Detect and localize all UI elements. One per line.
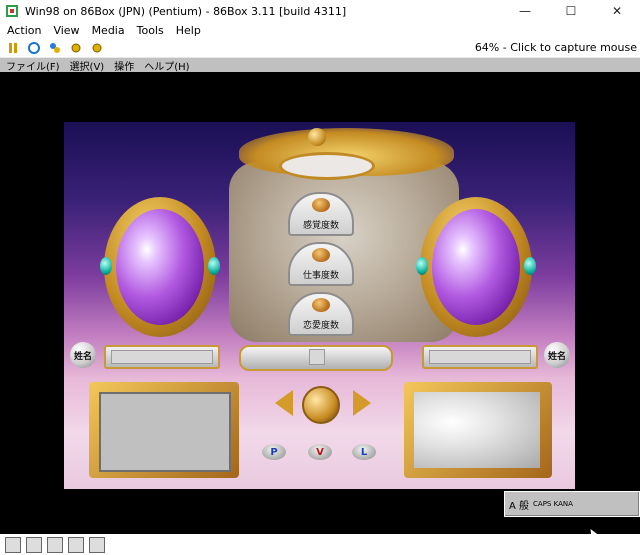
guest-menu-select[interactable]: 選択(V) xyxy=(70,58,105,73)
menu-view[interactable]: View xyxy=(53,24,79,37)
left-mirror xyxy=(100,197,220,337)
settings-gear-icon[interactable] xyxy=(89,40,105,56)
dome-work-label: 仕事度数 xyxy=(302,271,339,281)
guest-menu-bar: ファイル(F) 選択(V) 操作 ヘルプ(H) xyxy=(0,57,640,73)
right-display-box xyxy=(404,382,552,478)
close-button[interactable]: ✕ xyxy=(594,0,640,22)
right-mirror xyxy=(416,197,536,337)
settings-icon[interactable] xyxy=(68,40,84,56)
menu-bar: Action View Media Tools Help xyxy=(0,22,640,38)
reset-icon[interactable] xyxy=(26,40,42,56)
dome-sense-label: 感覚度数 xyxy=(302,221,339,231)
top-crest-oval xyxy=(279,152,375,180)
left-mirror-glass xyxy=(116,209,204,325)
ctrl-alt-del-icon[interactable] xyxy=(47,40,63,56)
cdrom-icon[interactable] xyxy=(26,536,42,553)
maximize-button[interactable]: ☐ xyxy=(548,0,594,22)
left-arrow-button[interactable] xyxy=(275,390,293,416)
right-arrow-button[interactable] xyxy=(353,390,371,416)
menu-action[interactable]: Action xyxy=(7,24,41,37)
v-button[interactable]: V xyxy=(308,444,332,460)
guest-menu-operate[interactable]: 操作 xyxy=(114,58,134,73)
floppy-icon[interactable] xyxy=(5,536,21,553)
game-canvas[interactable]: 感覚度数 仕事度数 恋愛度数 姓名 姓名 P V L xyxy=(64,122,575,489)
center-orb-button[interactable] xyxy=(302,386,340,424)
right-display-marble xyxy=(414,392,540,468)
p-button[interactable]: P xyxy=(262,444,286,460)
left-mirror-gem-left xyxy=(100,257,112,275)
dome-love-label: 恋愛度数 xyxy=(302,321,339,331)
menu-tools[interactable]: Tools xyxy=(137,24,164,37)
status-bar xyxy=(0,534,640,555)
window-title: Win98 on 86Box (JPN) (Pentium) - 86Box 3… xyxy=(25,4,347,18)
right-name-label: 姓名 xyxy=(544,342,570,368)
ime-toolbar[interactable]: A 般 CAPS KANA xyxy=(504,491,640,517)
left-name-field[interactable] xyxy=(104,345,220,369)
center-name-plate xyxy=(239,345,393,371)
emulator-screen[interactable]: 感覚度数 仕事度数 恋愛度数 姓名 姓名 P V L xyxy=(0,72,640,534)
left-name-label: 姓名 xyxy=(70,342,96,368)
left-display-screen xyxy=(99,392,231,472)
ime-caps: CAPS KANA xyxy=(533,500,573,508)
right-mirror-gem-right xyxy=(524,257,536,275)
ime-mode[interactable]: A 般 xyxy=(509,497,529,512)
right-mirror-gem-left xyxy=(416,257,428,275)
menu-media[interactable]: Media xyxy=(92,24,125,37)
app-icon xyxy=(4,3,20,19)
hdd-icon[interactable] xyxy=(68,536,84,553)
left-display-box xyxy=(89,382,239,478)
dome-love-orb xyxy=(312,298,330,312)
capture-mouse-text: 64% - Click to capture mouse xyxy=(474,41,637,54)
sound-icon[interactable] xyxy=(89,536,105,553)
guest-menu-file[interactable]: ファイル(F) xyxy=(6,58,60,73)
menu-help[interactable]: Help xyxy=(176,24,201,37)
minimize-button[interactable]: — xyxy=(502,0,548,22)
title-bar: Win98 on 86Box (JPN) (Pentium) - 86Box 3… xyxy=(0,0,640,22)
top-crest-orb xyxy=(308,128,326,146)
guest-menu-help[interactable]: ヘルプ(H) xyxy=(144,58,189,73)
dome-sense-orb xyxy=(312,198,330,212)
network-icon[interactable] xyxy=(47,536,63,553)
right-name-field[interactable] xyxy=(422,345,538,369)
left-mirror-gem-right xyxy=(208,257,220,275)
l-button[interactable]: L xyxy=(352,444,376,460)
mouse-cursor xyxy=(585,525,603,534)
dome-work-orb xyxy=(312,248,330,262)
pause-icon[interactable] xyxy=(5,40,21,56)
right-mirror-glass xyxy=(432,209,520,325)
